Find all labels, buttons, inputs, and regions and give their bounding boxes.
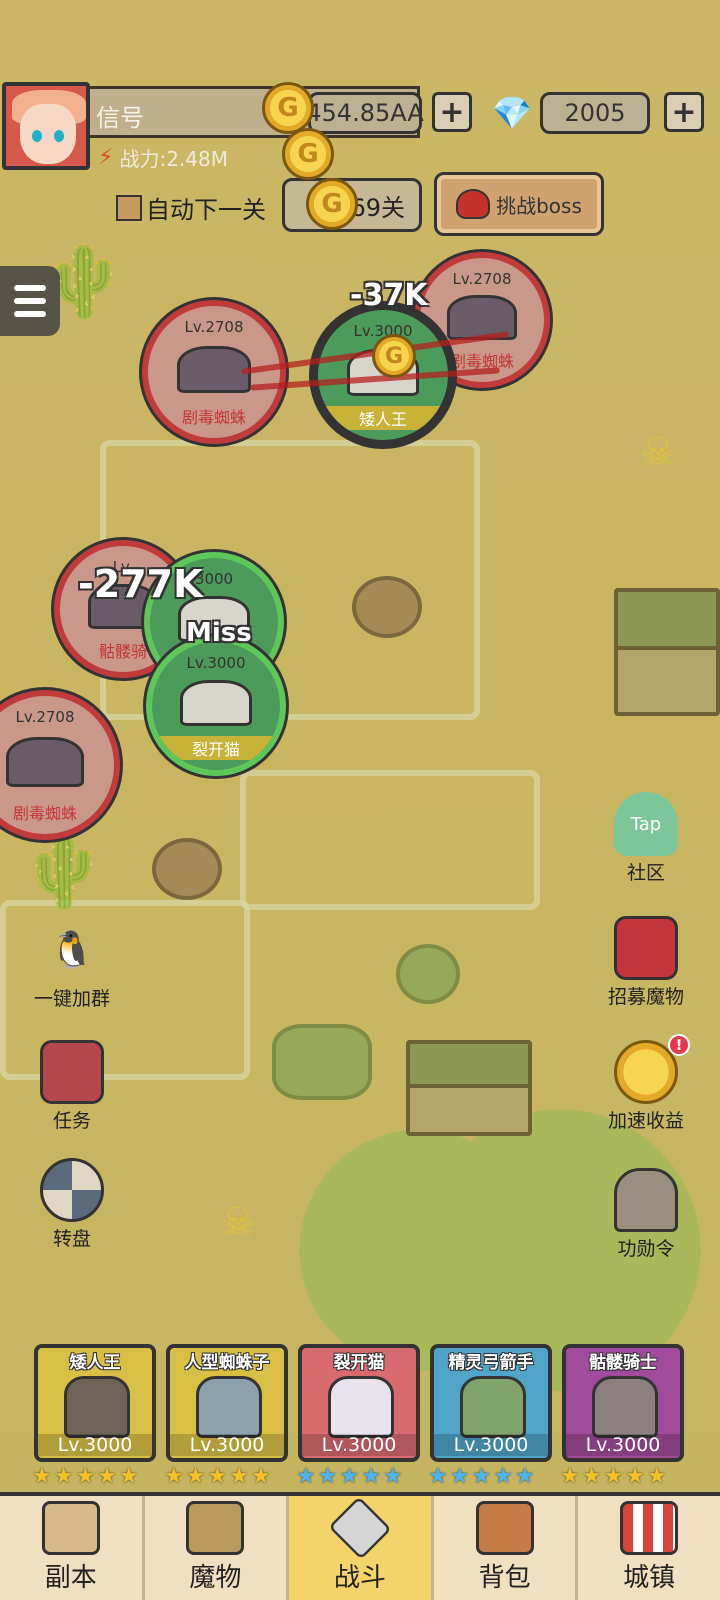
star-icon: ★ <box>382 1464 403 1489</box>
coin-icon: G <box>372 334 416 378</box>
add-gold-button[interactable]: + <box>432 92 472 132</box>
star-icon: ★ <box>514 1464 535 1489</box>
star-icon: ★ <box>493 1464 513 1489</box>
backpack-icon <box>475 1501 534 1555</box>
tab-dungeon[interactable]: 副本 <box>0 1496 145 1600</box>
coin-icon: G <box>262 82 314 134</box>
star-icon: ★ <box>118 1464 139 1489</box>
community-button[interactable]: Tap 社区 <box>596 792 696 885</box>
star-icon: ★ <box>250 1464 271 1489</box>
tab-monsters[interactable]: 魔物 <box>145 1496 290 1600</box>
power-icon: ⚡ <box>98 145 114 170</box>
challenge-boss-button[interactable]: 挑战boss <box>434 172 604 236</box>
alert-badge: ! <box>668 1034 690 1056</box>
skull-icon: ☠ <box>220 1200 256 1246</box>
star-rating: ★ ★ ★ ★ ★ <box>296 1465 403 1491</box>
map-icon <box>41 1501 100 1555</box>
hero-card[interactable]: 骷髅骑士 Lv.3000 <box>562 1344 684 1462</box>
star-icon: ★ <box>75 1464 96 1489</box>
ally-unit[interactable]: Lv.3000 裂开猫 <box>146 636 286 776</box>
wheel-icon <box>40 1158 104 1222</box>
star-icon: ★ <box>317 1464 338 1489</box>
gold-amount: 454.85AA <box>306 92 424 134</box>
star-icon: ★ <box>185 1464 206 1489</box>
bush <box>396 944 460 1004</box>
star-icon: ★ <box>625 1464 645 1489</box>
tab-battle[interactable]: 战斗 <box>289 1496 434 1600</box>
tab-town[interactable]: 城镇 <box>578 1496 720 1600</box>
swords-icon <box>328 1496 392 1560</box>
player-name: 信号 <box>96 104 144 132</box>
hero-card[interactable]: 人型蜘蛛子 Lv.3000 <box>166 1344 288 1462</box>
rock <box>352 576 422 638</box>
bottom-nav: 副本 魔物 战斗 背包 城镇 <box>0 1492 720 1600</box>
cactus-icon: 🌵 <box>20 830 108 912</box>
star-icon: ★ <box>32 1464 52 1489</box>
tap-icon: Tap <box>614 792 678 856</box>
banner-icon <box>614 916 678 980</box>
star-rating: ★ ★ ★ ★ ★ <box>428 1465 535 1491</box>
hero-card[interactable]: 裂开猫 Lv.3000 <box>298 1344 420 1462</box>
star-icon: ★ <box>603 1464 624 1489</box>
game-screen: 🌵 🌵 ☠ ☠ 信号 ⚡ 战力:2.48M 454.85AA + 💎 2005 … <box>0 0 720 1600</box>
combat-power-value: 战力:2.48M <box>119 147 228 171</box>
checkbox[interactable] <box>116 194 142 221</box>
coin-icon: G <box>306 178 358 230</box>
tab-backpack[interactable]: 背包 <box>434 1496 579 1600</box>
player-avatar[interactable] <box>2 82 90 170</box>
map-road <box>240 770 540 910</box>
enemy-unit[interactable]: Lv.2708 剧毒蜘蛛 <box>0 690 120 840</box>
miss-text: Miss <box>186 618 252 648</box>
hero-card[interactable]: 矮人王 Lv.3000 <box>34 1344 156 1462</box>
combat-power: ⚡ 战力:2.48M <box>98 143 228 172</box>
skull-icon: ☠ <box>640 430 676 476</box>
star-icon: ★ <box>646 1464 667 1489</box>
penguin-icon: 🐧 <box>49 930 95 971</box>
enemy-unit[interactable]: Lv.2708 剧毒蜘蛛 <box>142 300 286 444</box>
star-rating: ★ ★ ★ ★ ★ <box>560 1465 667 1491</box>
house <box>406 1040 532 1136</box>
star-icon: ★ <box>339 1464 360 1489</box>
star-icon: ★ <box>97 1464 117 1489</box>
damage-number: -277K <box>78 562 203 606</box>
star-rating: ★ ★ ★ ★ ★ <box>164 1465 271 1491</box>
tasks-button[interactable]: 任务 <box>22 1040 122 1133</box>
recruit-monster-button[interactable]: 招募魔物 <box>596 916 696 1009</box>
speed-income-button[interactable]: 加速收益 ! <box>596 1034 696 1133</box>
boss-icon <box>456 189 491 219</box>
star-icon: ★ <box>296 1464 316 1489</box>
merit-order-button[interactable]: 功勋令 <box>596 1168 696 1261</box>
star-icon: ★ <box>560 1464 580 1489</box>
star-icon: ★ <box>471 1464 492 1489</box>
gem-amount: 2005 <box>540 92 650 134</box>
star-icon: ★ <box>229 1464 249 1489</box>
hero-lineup: 矮人王 Lv.3000 人型蜘蛛子 Lv.3000 裂开猫 Lv.3000 精灵… <box>0 1340 720 1470</box>
star-icon: ★ <box>581 1464 602 1489</box>
auto-next-stage-toggle[interactable]: 自动下一关 <box>116 190 266 225</box>
join-group-button[interactable]: 🐧 一键加群 <box>22 918 122 1011</box>
shop-icon <box>620 1501 679 1555</box>
star-icon: ★ <box>449 1464 470 1489</box>
rock <box>152 838 222 900</box>
star-icon: ★ <box>361 1464 381 1489</box>
wheel-button[interactable]: 转盘 <box>22 1158 122 1251</box>
damage-number: -37K <box>350 278 428 313</box>
star-icon: ★ <box>207 1464 228 1489</box>
menu-button[interactable] <box>0 266 60 336</box>
helmet-icon <box>186 1501 245 1555</box>
bush <box>272 1024 372 1100</box>
star-icon: ★ <box>428 1464 448 1489</box>
hero-card[interactable]: 精灵弓箭手 Lv.3000 <box>430 1344 552 1462</box>
gem-icon: 💎 <box>492 94 532 132</box>
add-gem-button[interactable]: + <box>664 92 704 132</box>
star-icon: ★ <box>53 1464 74 1489</box>
star-rating: ★ ★ ★ ★ ★ <box>32 1465 139 1491</box>
coin-icon: G <box>282 128 334 180</box>
star-icon: ★ <box>164 1464 184 1489</box>
helmet-icon <box>614 1168 678 1232</box>
house <box>614 588 720 716</box>
book-icon <box>40 1040 104 1104</box>
